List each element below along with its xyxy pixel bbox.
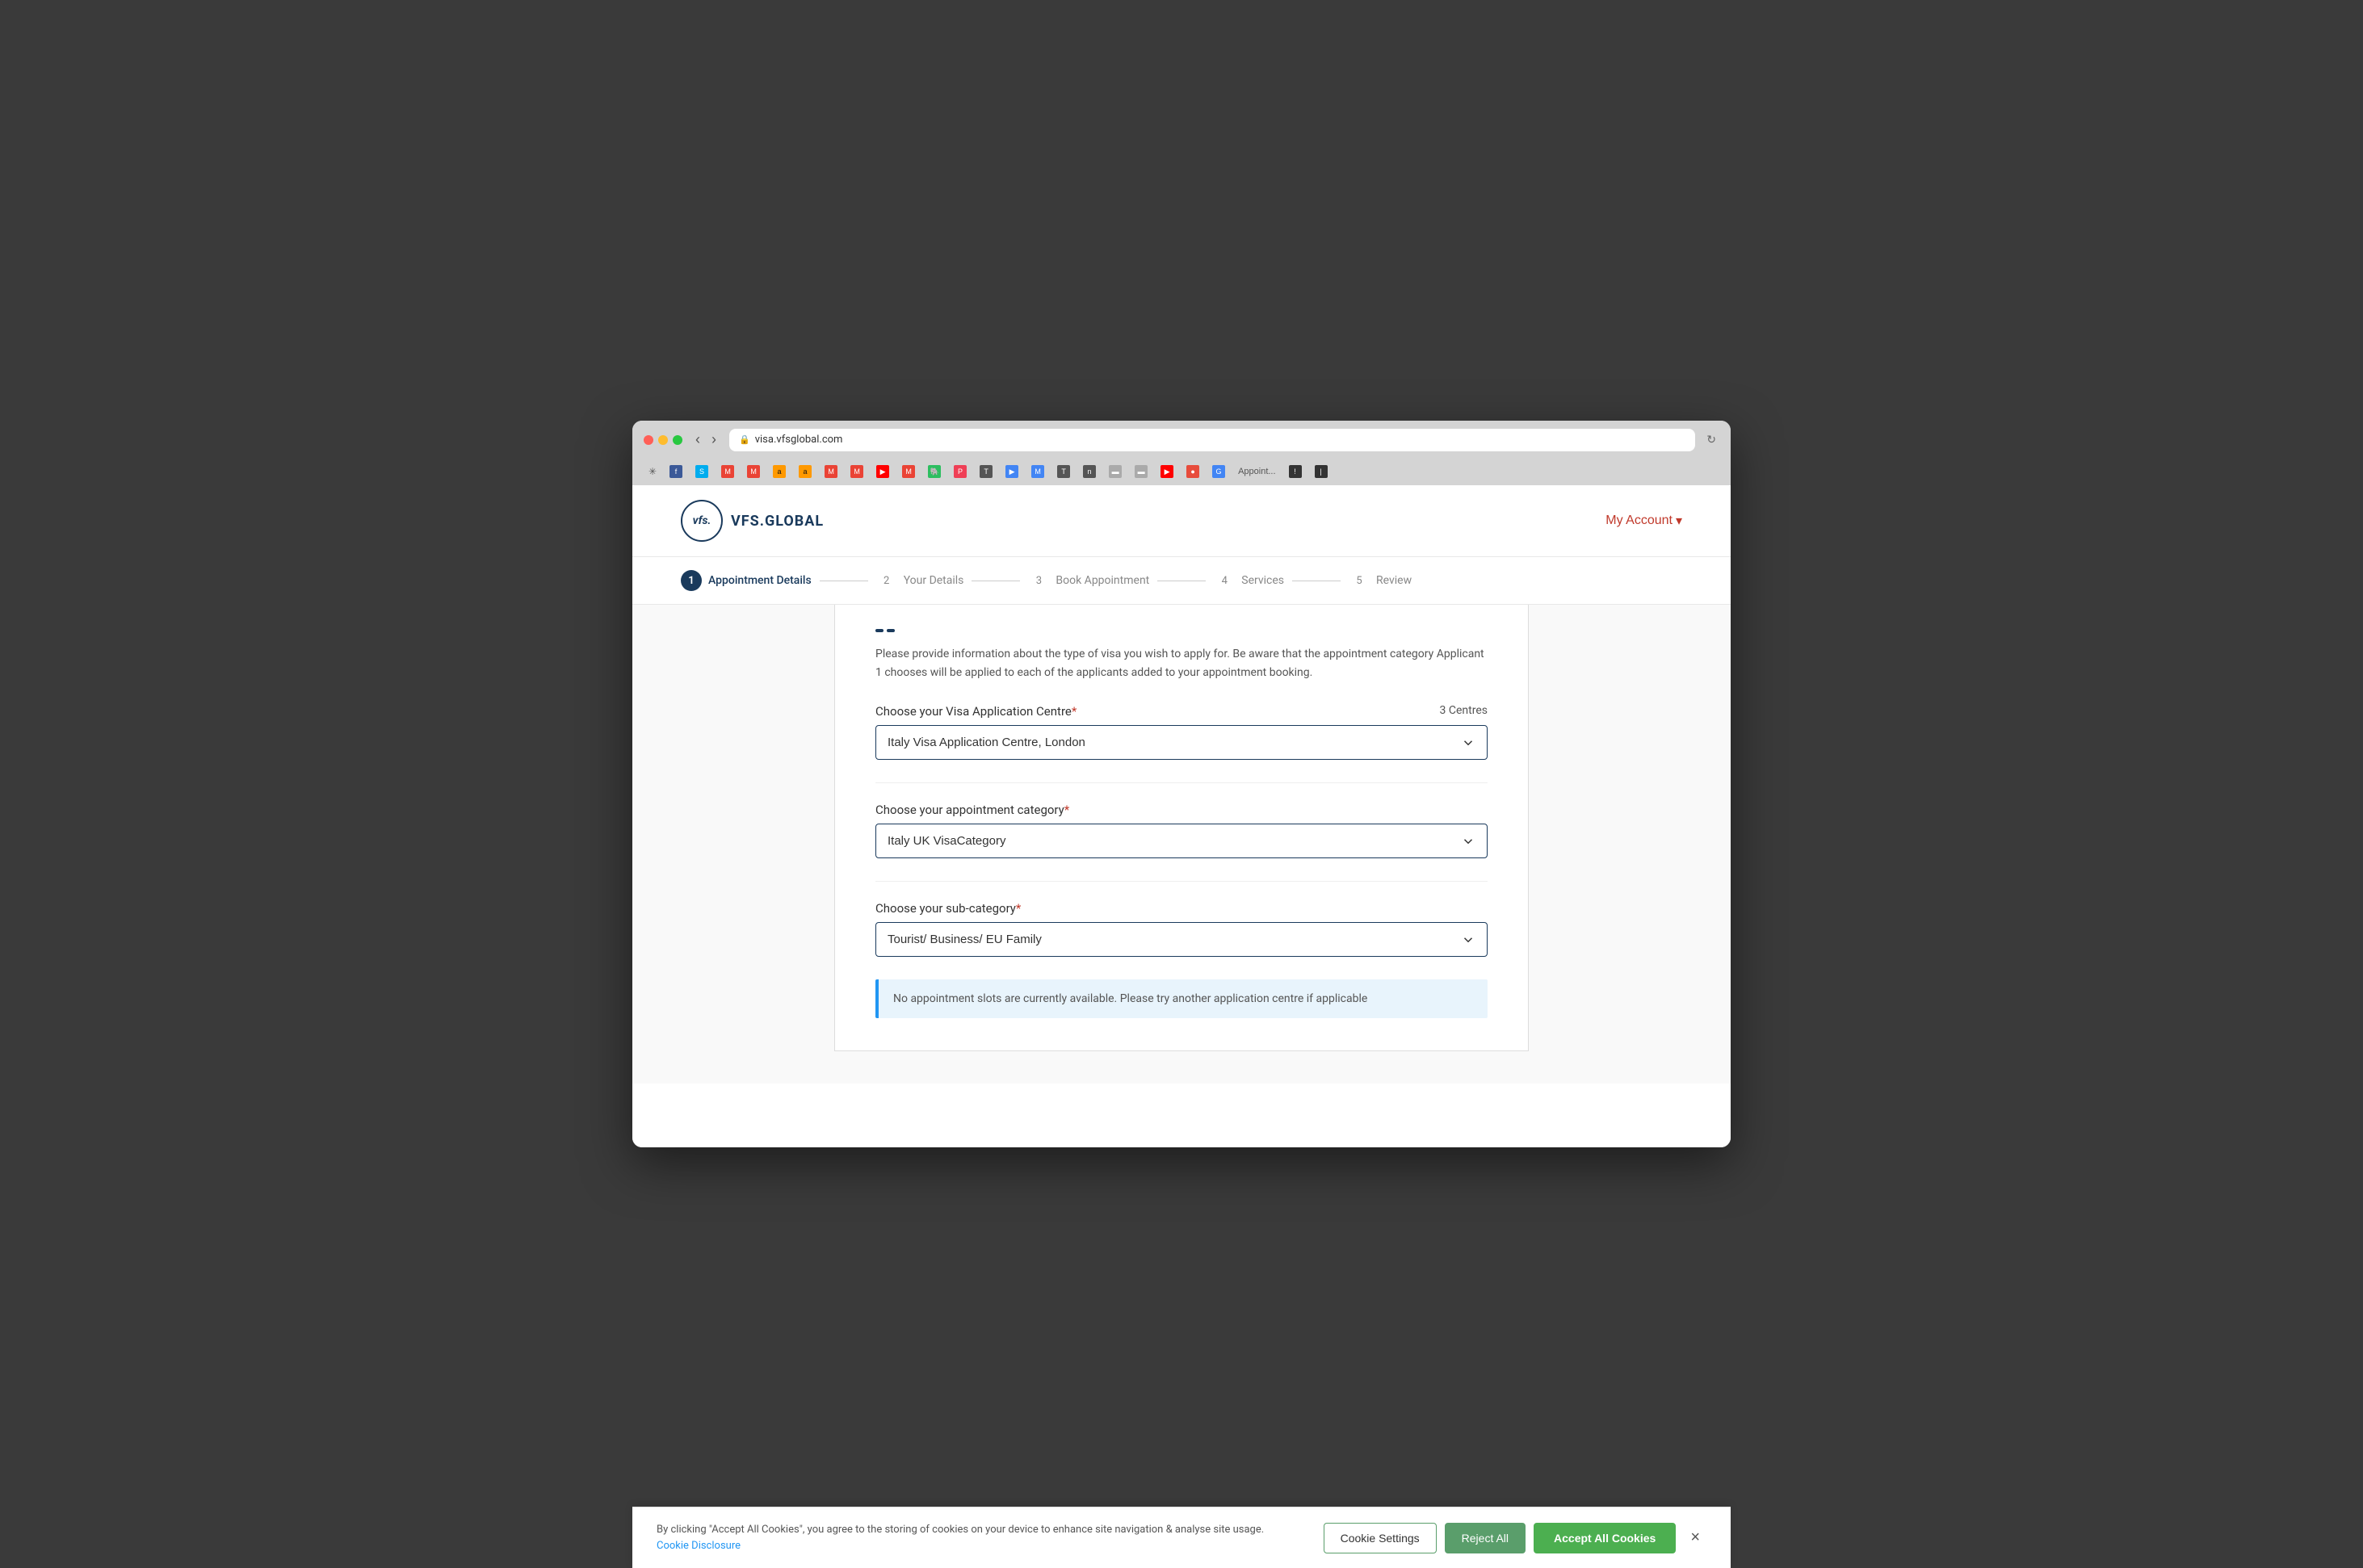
bookmark-google[interactable]: G (1207, 463, 1230, 481)
bookmark-youtube[interactable]: ▶ (871, 463, 894, 481)
forward-button[interactable]: › (707, 431, 721, 448)
bookmark-m[interactable]: M (897, 463, 920, 481)
logo-vfs-text: vfs. (693, 514, 711, 527)
my-account-dropdown-icon: ▾ (1676, 513, 1682, 529)
bookmark-docs[interactable]: M (1026, 463, 1049, 481)
site-header: vfs. VFS.GLOBAL My Account ▾ (632, 485, 1731, 557)
address-bar[interactable]: 🔒 visa.vfsglobal.com (729, 429, 1695, 451)
bookmark-gmail3[interactable]: M (820, 463, 842, 481)
bookmark-misc1[interactable]: ● (1182, 463, 1204, 481)
back-button[interactable]: ‹ (690, 431, 705, 448)
step-3-num: 3 (1028, 570, 1049, 591)
bookmark-extra1[interactable]: ! (1284, 463, 1307, 481)
bookmark-gmail2[interactable]: M (742, 463, 765, 481)
category-select[interactable]: Italy UK VisaCategory (875, 824, 1488, 858)
bookmark-amazon[interactable]: a (768, 463, 791, 481)
step-1[interactable]: 1 Appointment Details (681, 570, 812, 591)
no-slots-text: No appointment slots are currently avail… (893, 992, 1473, 1005)
divider-2 (875, 881, 1488, 882)
step-2[interactable]: 2 Your Details (876, 570, 964, 591)
main-content: Please provide information about the typ… (632, 605, 1731, 1084)
step-1-num: 1 (681, 570, 702, 591)
bookmark-pocket[interactable]: P (949, 463, 972, 481)
logo-circle: vfs. (681, 500, 723, 542)
subcategory-group: Choose your sub-category* Tourist/ Busin… (875, 901, 1488, 957)
traffic-light-yellow[interactable] (658, 435, 668, 445)
step-3[interactable]: 3 Book Appointment (1028, 570, 1149, 591)
step-4-label: Services (1241, 574, 1284, 587)
step-3-label: Book Appointment (1056, 574, 1149, 587)
visa-centre-select[interactable]: Italy Visa Application Centre, London It… (875, 725, 1488, 760)
bookmark-s[interactable]: S (690, 463, 713, 481)
step-2-label: Your Details (904, 574, 964, 587)
divider-1 (875, 782, 1488, 783)
subcategory-select[interactable]: Tourist/ Business/ EU Family National Vi… (875, 922, 1488, 957)
bookmark-ext2[interactable]: n (1078, 463, 1101, 481)
step-4[interactable]: 4 Services (1214, 570, 1284, 591)
step-4-num: 4 (1214, 570, 1235, 591)
step-5-num: 5 (1349, 570, 1370, 591)
bookmark-bar1[interactable]: ▬ (1104, 463, 1127, 481)
bookmarks-bar: ✳ f S M M a a M M ▶ M 🐘 P T ▶ M T n ▬ ▬ … (644, 458, 1719, 486)
step-2-num: 2 (876, 570, 897, 591)
lock-icon: 🔒 (739, 434, 750, 445)
visa-centre-group: Choose your Visa Application Centre* 3 C… (875, 704, 1488, 760)
logo-text: VFS.GLOBAL (731, 513, 824, 530)
form-container: Please provide information about the typ… (834, 605, 1529, 1051)
category-group: Choose your appointment category* Italy … (875, 803, 1488, 858)
step-5-label: Review (1376, 574, 1412, 587)
my-account-button[interactable]: My Account ▾ (1605, 513, 1682, 529)
no-slots-box: No appointment slots are currently avail… (875, 979, 1488, 1018)
bookmark-evernote[interactable]: 🐘 (923, 463, 946, 481)
url-text: visa.vfsglobal.com (755, 434, 843, 446)
logo-area: vfs. VFS.GLOBAL (681, 500, 824, 542)
bookmark-asterisk[interactable]: ✳ (644, 463, 661, 481)
info-text: Please provide information about the typ… (875, 645, 1488, 681)
bookmark-amazon2[interactable]: a (794, 463, 816, 481)
subcategory-label: Choose your sub-category* (875, 901, 1488, 916)
step-1-label: Appointment Details (708, 574, 812, 587)
scroll-indicator (875, 629, 1488, 632)
bookmark-youtube2[interactable]: ▶ (1156, 463, 1178, 481)
bookmark-extra2[interactable]: | (1310, 463, 1333, 481)
progress-bar: 1 Appointment Details 2 Your Details 3 B… (632, 557, 1731, 605)
bookmark-t[interactable]: T (975, 463, 997, 481)
bookmark-f[interactable]: f (665, 463, 687, 481)
centres-count: 3 Centres (1440, 704, 1488, 717)
bookmark-appoint[interactable]: Appoint... (1233, 463, 1280, 481)
traffic-light-red[interactable] (644, 435, 653, 445)
bookmark-gmail[interactable]: M (716, 463, 739, 481)
visa-centre-label: Choose your Visa Application Centre* 3 C… (875, 704, 1488, 719)
traffic-light-green[interactable] (673, 435, 682, 445)
category-label: Choose your appointment category* (875, 803, 1488, 817)
bookmark-ext1[interactable]: T (1052, 463, 1075, 481)
bookmark-arrow[interactable]: ▶ (1001, 463, 1023, 481)
step-5[interactable]: 5 Review (1349, 570, 1412, 591)
bookmark-bar2[interactable]: ▬ (1130, 463, 1152, 481)
bookmark-gmail4[interactable]: M (846, 463, 868, 481)
my-account-label: My Account (1605, 514, 1673, 528)
reload-button[interactable]: ↻ (1703, 431, 1719, 448)
